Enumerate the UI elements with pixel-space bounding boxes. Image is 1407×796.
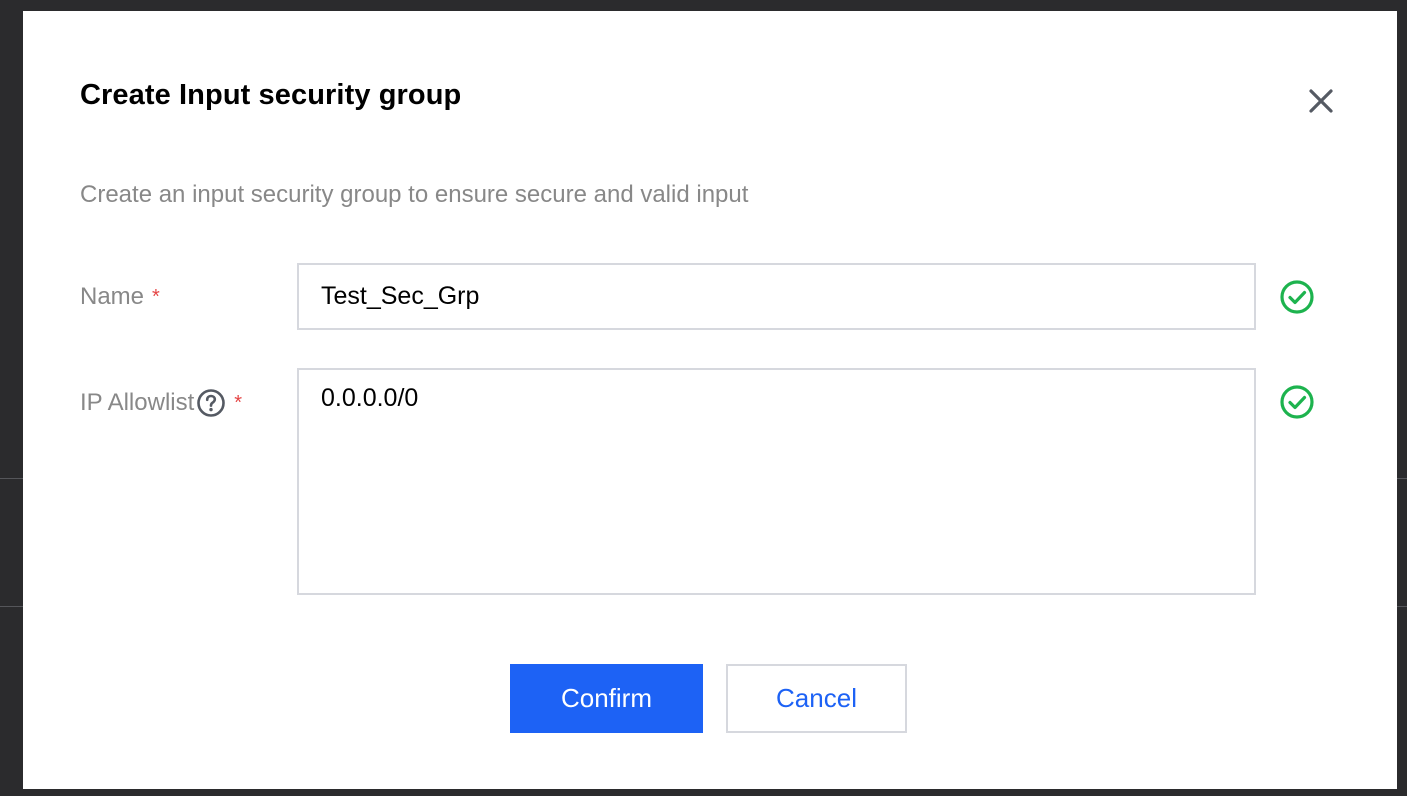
- question-circle-icon[interactable]: [196, 388, 226, 418]
- required-mark: *: [234, 391, 243, 414]
- confirm-button[interactable]: Confirm: [510, 664, 703, 733]
- dialog-description: Create an input security group to ensure…: [80, 181, 749, 208]
- backdrop-divider: [1397, 606, 1407, 607]
- create-security-group-dialog: Create Input security group Create an in…: [23, 11, 1397, 789]
- dialog-title: Create Input security group: [80, 79, 462, 111]
- name-field-label: Name *: [80, 283, 160, 311]
- required-mark: *: [152, 285, 160, 308]
- backdrop-divider: [0, 478, 23, 479]
- name-input[interactable]: Test_Sec_Grp: [297, 263, 1256, 330]
- backdrop-divider: [0, 606, 23, 607]
- ip-allowlist-label-text: IP Allowlist: [80, 389, 195, 416]
- check-circle-icon: [1279, 279, 1315, 315]
- close-icon: [1309, 89, 1333, 113]
- check-circle-icon: [1279, 384, 1315, 420]
- cancel-button[interactable]: Cancel: [726, 664, 907, 733]
- backdrop-divider: [1397, 478, 1407, 479]
- ip-allowlist-field-label: IP Allowlist *: [80, 388, 242, 418]
- name-label-text: Name: [80, 283, 145, 310]
- ip-allowlist-textarea[interactable]: 0.0.0.0/0: [297, 368, 1256, 595]
- close-button[interactable]: [1303, 83, 1339, 119]
